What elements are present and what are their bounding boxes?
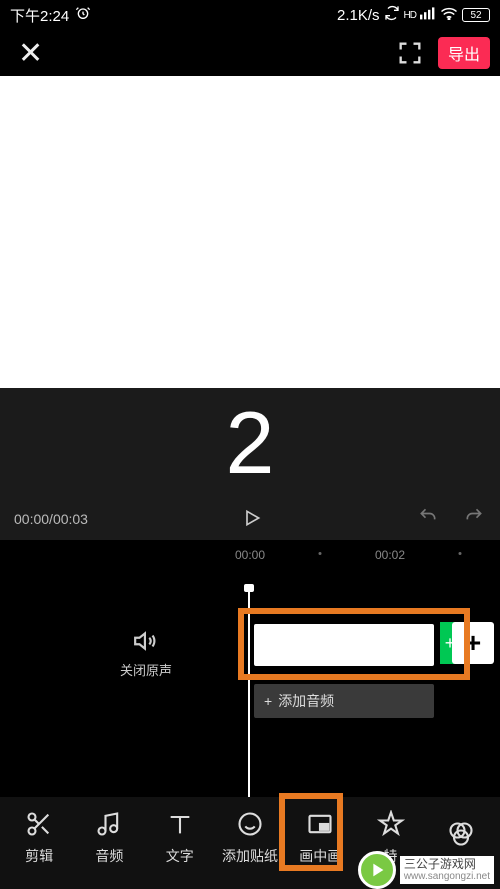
timeline[interactable]: 00:00 00:02 关闭原声 + + + 添加音频 xyxy=(0,540,500,808)
video-clip[interactable] xyxy=(254,624,434,666)
tool-label: 剪辑 xyxy=(25,846,53,866)
signal-icon xyxy=(420,6,436,24)
close-button[interactable]: ✕ xyxy=(18,36,43,71)
star-icon xyxy=(377,810,405,838)
watermark: 三公子游戏网 www.sangongzi.net xyxy=(358,851,494,889)
battery-icon: 52 xyxy=(462,8,490,22)
watermark-title: 三公子游戏网 xyxy=(404,858,490,871)
ruler-dot xyxy=(459,552,462,555)
playhead[interactable] xyxy=(248,588,250,808)
tool-pip[interactable]: 画中画 xyxy=(289,810,351,866)
watermark-logo-icon xyxy=(358,851,396,889)
ruler-dot xyxy=(319,552,322,555)
scissors-icon xyxy=(25,810,53,838)
video-preview[interactable] xyxy=(0,76,500,388)
top-bar: ✕ 导出 xyxy=(0,30,500,76)
music-note-icon xyxy=(95,810,123,838)
status-netspeed: 2.1K/s xyxy=(337,7,380,24)
add-audio-label: 添加音频 xyxy=(278,691,334,711)
status-time: 下午2:24 xyxy=(10,5,69,26)
play-controls: 00:00/00:03 xyxy=(0,498,500,540)
countdown-number: 2 xyxy=(226,399,275,487)
mute-label: 关闭原声 xyxy=(120,660,172,679)
timeline-ruler: 00:00 00:02 xyxy=(0,548,500,568)
time-current: 00:00 xyxy=(14,511,49,527)
filter-icon xyxy=(447,820,475,848)
tool-label: 音频 xyxy=(95,846,123,866)
sync-icon xyxy=(384,5,400,25)
battery-level: 52 xyxy=(470,10,481,21)
add-clip-button[interactable]: + xyxy=(452,622,494,664)
alarm-icon xyxy=(75,5,91,25)
time-total: 00:03 xyxy=(53,511,88,527)
text-icon xyxy=(166,810,194,838)
tool-edit[interactable]: 剪辑 xyxy=(8,810,70,866)
mute-original-sound[interactable]: 关闭原声 xyxy=(120,628,172,679)
ruler-tick-0: 00:00 xyxy=(235,548,265,562)
play-button[interactable] xyxy=(242,508,262,531)
plus-icon: + xyxy=(264,693,272,709)
ruler-tick-1: 00:02 xyxy=(375,548,405,562)
tool-sticker[interactable]: 添加贴纸 xyxy=(219,810,281,866)
tool-label: 添加贴纸 xyxy=(222,846,278,866)
tool-text[interactable]: 文字 xyxy=(149,810,211,866)
add-audio-track[interactable]: + 添加音频 xyxy=(254,684,434,718)
export-button[interactable]: 导出 xyxy=(438,37,490,69)
picture-in-picture-icon xyxy=(306,810,334,838)
fullscreen-button[interactable] xyxy=(396,39,424,67)
watermark-url: www.sangongzi.net xyxy=(404,871,490,882)
tool-audio[interactable]: 音频 xyxy=(78,810,140,866)
timecode: 00:00/00:03 xyxy=(14,511,88,527)
countdown-overlay: 2 xyxy=(0,388,500,498)
undo-button[interactable] xyxy=(416,506,440,532)
tool-label: 画中画 xyxy=(299,846,341,866)
hd-icon: HD xyxy=(404,10,416,21)
redo-button[interactable] xyxy=(462,506,486,532)
status-bar: 下午2:24 2.1K/s HD 52 xyxy=(0,0,500,30)
sticker-icon xyxy=(236,810,264,838)
wifi-icon xyxy=(440,6,458,24)
tool-label: 文字 xyxy=(166,846,194,866)
